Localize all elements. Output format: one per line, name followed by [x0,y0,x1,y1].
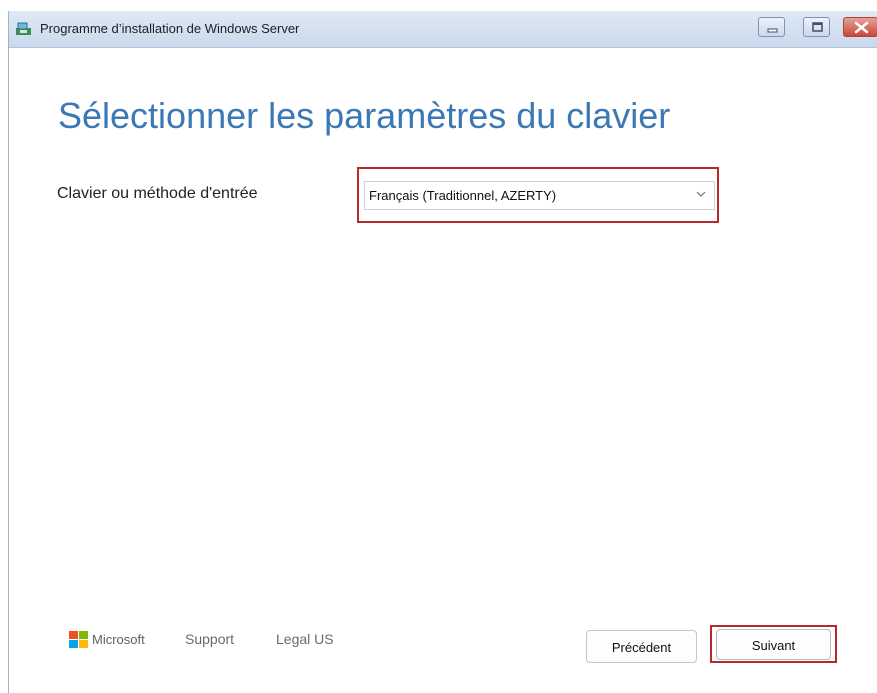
title-bar[interactable]: Programme d’installation de Windows Serv… [9,11,877,48]
maximize-button[interactable] [803,17,830,37]
close-button[interactable] [843,17,877,37]
page-title: Sélectionner les paramètres du clavier [58,95,671,136]
minimize-icon [767,28,778,33]
window-title: Programme d’installation de Windows Serv… [40,21,300,36]
keyboard-select-value: Français (Traditionnel, AZERTY) [369,188,557,203]
close-icon [854,21,869,34]
microsoft-logo-icon [69,631,88,648]
legal-link[interactable]: Legal US [276,631,334,647]
previous-button[interactable]: Précédent [586,630,697,663]
support-link[interactable]: Support [185,631,234,647]
maximize-icon [812,22,823,32]
microsoft-brand: Microsoft [92,632,145,647]
keyboard-select[interactable]: Français (Traditionnel, AZERTY) [364,181,715,210]
next-button[interactable]: Suivant [716,629,831,660]
chevron-down-icon [696,191,706,197]
minimize-button[interactable] [758,17,785,37]
keyboard-label: Clavier ou méthode d'entrée [57,185,258,202]
setup-app-icon [16,22,31,35]
